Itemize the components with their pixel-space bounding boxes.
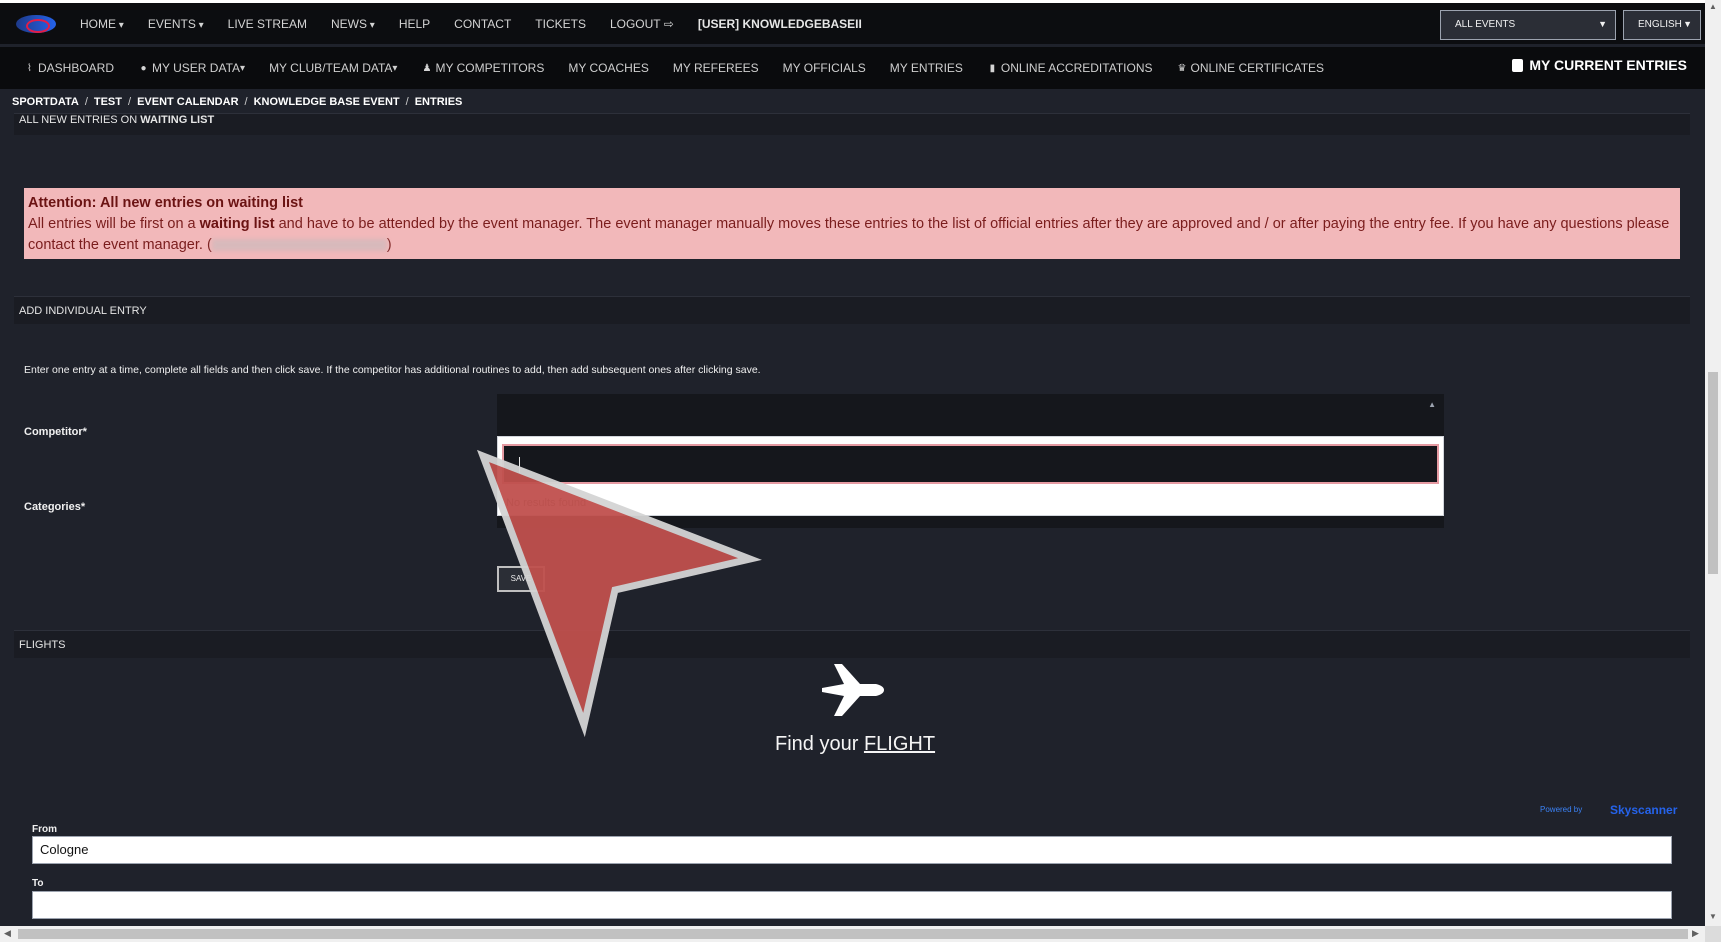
competitor-label: Competitor* — [24, 426, 87, 438]
alert-text-a: All entries will be first on a — [28, 216, 200, 232]
breadcrumb-separator: / — [128, 96, 132, 108]
no-results-message: No results found — [506, 497, 587, 509]
nav-my-competitors[interactable]: ♟ MY COMPETITORS — [421, 61, 544, 75]
categories-select[interactable] — [497, 516, 1444, 528]
competitor-search-input[interactable] — [502, 444, 1439, 484]
flights-section-head: FLIGHTS — [14, 630, 1690, 658]
vertical-scroll-thumb[interactable] — [1708, 372, 1718, 574]
chart-line-icon: ⌇ — [27, 62, 32, 74]
nav-events[interactable]: EVENTS — [148, 17, 204, 31]
waiting-list-head-bold: WAITING LIST — [140, 114, 215, 126]
breadcrumb: SPORTDATA / TEST / EVENT CALENDAR / KNOWLED… — [12, 96, 462, 108]
plane-icon — [822, 664, 884, 716]
vertical-scrollbar[interactable]: ▲ ▼ — [1705, 0, 1721, 926]
from-label: From — [32, 824, 57, 835]
waiting-list-alert: Attention: All new entries on waiting li… — [24, 188, 1680, 259]
competitor-dropdown: No results found — [497, 436, 1444, 516]
nav-logout[interactable]: LOGOUT ⇨ — [610, 17, 674, 31]
breadcrumb-sportdata[interactable]: SPORTDATA — [12, 96, 79, 108]
nav-dashboard[interactable]: ⌇ DASHBOARD — [24, 61, 114, 75]
nav-dashboard-label: DASHBOARD — [38, 61, 115, 75]
find-flight-text: Find your FLIGHT — [775, 733, 935, 756]
caret-down-icon: ▼ — [1598, 19, 1607, 29]
to-input[interactable] — [32, 891, 1672, 919]
events-select-value: ALL EVENTS — [1455, 19, 1516, 30]
nav-my-user-data-label: MY USER DATA — [152, 61, 241, 75]
user-navbar: ⌇ DASHBOARD ● MY USER DATA MY CLUB/TEAM DA… — [0, 47, 1705, 89]
breadcrumb-test[interactable]: TEST — [94, 96, 122, 108]
user-circle-icon: ● — [140, 62, 147, 74]
my-current-entries-button[interactable]: MY CURRENT ENTRIES — [1512, 57, 1687, 73]
find-flight-link[interactable]: FLIGHT — [864, 733, 935, 755]
scroll-right-icon[interactable]: ▶ — [1692, 928, 1699, 939]
entry-instructions: Enter one entry at a time, complete all … — [24, 364, 761, 376]
scroll-left-icon[interactable]: ◀ — [4, 928, 11, 939]
my-current-entries-label: MY CURRENT ENTRIES — [1529, 57, 1687, 73]
powered-by-text: Powered by — [1540, 805, 1583, 814]
nav-tickets[interactable]: TICKETS — [535, 17, 586, 31]
breadcrumb-separator: / — [84, 96, 88, 108]
nav-online-certificates-label: ONLINE CERTIFICATES — [1190, 61, 1325, 75]
nav-online-accreditations-label: ONLINE ACCREDITATIONS — [1000, 61, 1153, 75]
nav-my-competitors-label: MY COMPETITORS — [435, 61, 545, 75]
sportdata-logo[interactable] — [16, 14, 56, 33]
skyscanner-logo[interactable]: Skyscanner — [1610, 803, 1677, 817]
logout-icon: ⇨ — [663, 16, 674, 31]
save-button[interactable]: SAVE — [497, 566, 545, 592]
id-badge-icon: ▮ — [989, 62, 996, 74]
nav-contact[interactable]: CONTACT — [454, 17, 511, 31]
clipboard-icon — [1512, 58, 1524, 72]
breadcrumb-entries: ENTRIES — [414, 96, 463, 108]
alert-title: Attention: All new entries on waiting li… — [28, 195, 303, 211]
alert-text-bold: waiting list — [199, 216, 275, 232]
nav-my-club-team-data[interactable]: MY CLUB/TEAM DATA — [269, 61, 397, 75]
breadcrumb-knowledge-base-event[interactable]: KNOWLEDGE BASE EVENT — [254, 96, 400, 108]
nav-user[interactable]: [USER] KNOWLEDGEBASEII — [698, 17, 862, 31]
scrollbar-corner — [1705, 926, 1721, 942]
scroll-up-icon[interactable]: ▲ — [1709, 2, 1717, 11]
language-select-value: ENGLISH — [1638, 19, 1682, 30]
nav-my-coaches[interactable]: MY COACHES — [568, 61, 648, 75]
horizontal-scroll-thumb[interactable] — [18, 929, 1688, 939]
breadcrumb-separator: / — [405, 96, 409, 108]
scroll-down-icon[interactable]: ▼ — [1709, 912, 1717, 921]
nav-online-accreditations[interactable]: ▮ ONLINE ACCREDITATIONS — [987, 61, 1153, 75]
add-individual-entry-head: ADD INDIVIDUAL ENTRY — [14, 296, 1690, 324]
nav-my-entries[interactable]: MY ENTRIES — [890, 61, 963, 75]
nav-online-certificates[interactable]: ♛ ONLINE CERTIFICATES — [1176, 61, 1325, 75]
from-input[interactable]: Cologne — [32, 836, 1672, 864]
nav-my-user-data[interactable]: ● MY USER DATA — [138, 61, 245, 75]
nav-my-officials[interactable]: MY OFFICIALS — [783, 61, 866, 75]
redacted-email — [211, 239, 387, 252]
nav-news[interactable]: NEWS — [331, 17, 375, 31]
waiting-list-section-head: ALL NEW ENTRIES ON WAITING LIST — [14, 113, 1690, 135]
alert-paren-close: ) — [386, 237, 392, 253]
horizontal-scrollbar[interactable]: ◀ ▶ — [0, 926, 1705, 942]
competitor-select[interactable]: ▲ — [497, 394, 1444, 436]
nav-my-referees[interactable]: MY REFEREES — [673, 61, 759, 75]
find-flight-prefix: Find your — [775, 733, 864, 755]
language-select[interactable]: ENGLISH ▼ — [1623, 10, 1701, 40]
trophy-icon: ♛ — [1177, 62, 1187, 74]
caret-up-icon: ▲ — [1428, 400, 1436, 409]
events-select[interactable]: ALL EVENTS ▼ — [1440, 10, 1616, 40]
nav-logout-label: LOGOUT — [609, 16, 661, 31]
breadcrumb-event-calendar[interactable]: EVENT CALENDAR — [137, 96, 238, 108]
to-label: To — [32, 878, 44, 889]
caret-down-icon: ▼ — [1683, 19, 1692, 29]
nav-help[interactable]: HELP — [399, 17, 430, 31]
text-caret — [519, 457, 520, 473]
user-icon: ♟ — [422, 62, 432, 74]
nav-live-stream[interactable]: LIVE STREAM — [228, 17, 307, 31]
categories-label: Categories* — [24, 501, 86, 513]
top-nav-menu: HOME EVENTS LIVE STREAM NEWS HELP CONTAC… — [80, 3, 886, 44]
nav-home[interactable]: HOME — [80, 17, 124, 31]
breadcrumb-separator: / — [244, 96, 248, 108]
waiting-list-head-prefix: ALL NEW ENTRIES ON — [19, 114, 141, 126]
